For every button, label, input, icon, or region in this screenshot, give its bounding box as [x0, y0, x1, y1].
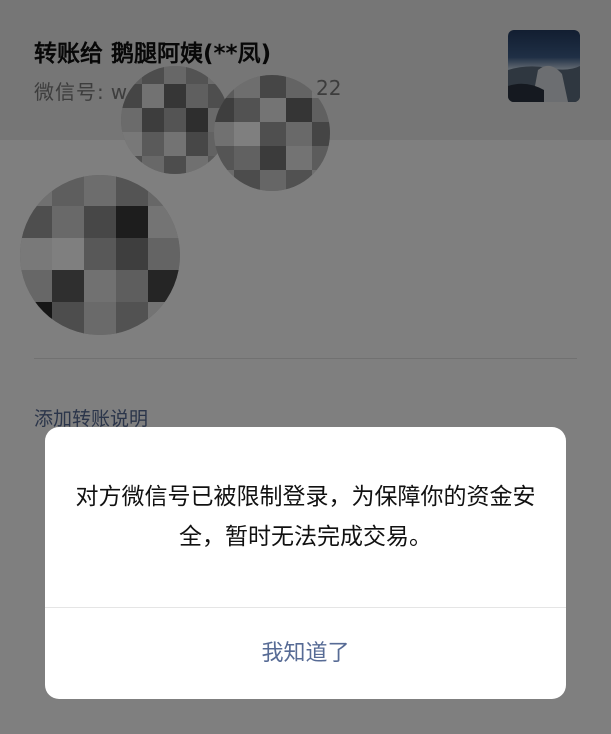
confirm-button[interactable]: 我知道了	[45, 608, 566, 699]
transfer-screen: 转账给鹅腿阿姨(**凤) 微信号:w22 添加转账说明	[0, 0, 611, 734]
dialog-message: 对方微信号已被限制登录，为保障你的资金安全，暂时无法完成交易。	[75, 484, 536, 550]
alert-dialog: 对方微信号已被限制登录，为保障你的资金安全，暂时无法完成交易。 我知道了	[45, 427, 566, 699]
